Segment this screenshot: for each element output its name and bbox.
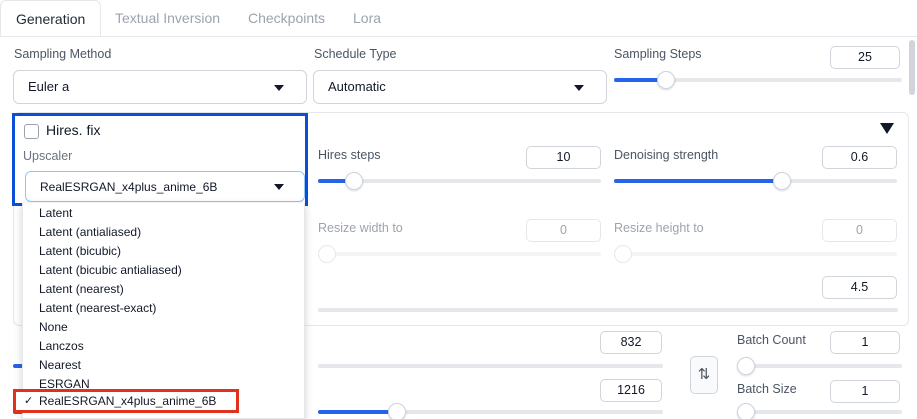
tab-checkpoints[interactable]: Checkpoints [248,0,325,36]
resize-height-slider[interactable] [614,245,897,263]
batch-count-label: Batch Count [737,333,806,347]
chevron-down-icon [274,85,284,91]
sampling-method-label: Sampling Method [14,47,112,61]
resize-width-slider[interactable] [318,245,601,263]
denoising-strength-input[interactable]: 0.6 [822,146,897,169]
batch-size-slider[interactable] [737,403,902,419]
width-slider[interactable] [318,364,663,368]
batch-size-input[interactable]: 1 [830,380,900,403]
upscaler-select[interactable]: RealESRGAN_x4plus_anime_6B [25,171,305,202]
width-input[interactable]: 832 [600,331,662,354]
sampling-method-value: Euler a [28,79,70,94]
batch-count-slider[interactable] [737,357,902,375]
collapse-triangle-icon[interactable] [880,123,894,134]
upscale-by-slider[interactable] [318,308,898,312]
upscaler-option[interactable]: Latent (bicubic antialiased) [39,263,182,277]
resize-height-input[interactable]: 0 [822,219,897,242]
denoising-strength-label: Denoising strength [614,148,719,162]
schedule-type-value: Automatic [328,79,386,94]
tab-textual-inversion[interactable]: Textual Inversion [115,0,220,36]
upscaler-option[interactable]: Nearest [39,358,81,372]
sampling-method-select[interactable]: Euler a [13,70,307,104]
selected-option-highlight[interactable]: ✓ RealESRGAN_x4plus_anime_6B [13,389,239,413]
upscaler-dropdown: Latent Latent (antialiased) Latent (bicu… [22,203,305,419]
upscaler-option[interactable]: Lanczos [39,339,84,353]
upscaler-option-selected: RealESRGAN_x4plus_anime_6B [39,394,217,408]
schedule-type-select[interactable]: Automatic [313,70,607,104]
batch-size-label: Batch Size [737,382,797,396]
batch-count-input[interactable]: 1 [830,331,900,354]
tab-generation[interactable]: Generation [0,0,102,36]
sampling-steps-slider[interactable] [614,71,902,89]
upscaler-option[interactable]: Latent (nearest-exact) [39,301,156,315]
hires-steps-label: Hires steps [318,148,381,162]
upscaler-value: RealESRGAN_x4plus_anime_6B [40,180,218,194]
hires-fix-highlight: Hires. fix Upscaler RealESRGAN_x4plus_an… [12,113,308,206]
swap-arrows-icon: ⇅ [697,366,711,383]
resize-height-label: Resize height to [614,221,704,235]
sampling-steps-input[interactable]: 25 [830,46,900,69]
sampling-steps-label: Sampling Steps [614,47,702,61]
schedule-type-label: Schedule Type [314,47,397,61]
hires-steps-input[interactable]: 10 [526,146,601,169]
resize-width-label: Resize width to [318,221,403,235]
upscaler-option[interactable]: Latent (bicubic) [39,244,121,258]
scrollbar[interactable] [909,40,915,95]
tab-lora[interactable]: Lora [353,0,381,36]
swap-dimensions-button[interactable]: ⇅ [690,356,718,394]
upscaler-option[interactable]: Latent (nearest) [39,282,124,296]
upscaler-label: Upscaler [23,149,73,163]
check-icon: ✓ [24,395,34,407]
chevron-down-icon [274,184,284,190]
hires-fix-label[interactable]: Hires. fix [46,122,100,138]
upscale-by-input[interactable]: 4.5 [822,276,897,299]
resize-width-input[interactable]: 0 [526,219,601,242]
height-slider[interactable] [318,403,663,419]
hires-steps-slider[interactable] [318,172,601,190]
denoising-strength-slider[interactable] [614,172,897,190]
chevron-down-icon [574,85,584,91]
upscaler-option[interactable]: Latent (antialiased) [39,225,141,239]
height-input[interactable]: 1216 [600,379,662,402]
upscaler-option[interactable]: Latent [39,206,72,220]
upscaler-option[interactable]: None [39,320,68,334]
hires-fix-checkbox[interactable] [24,124,39,139]
